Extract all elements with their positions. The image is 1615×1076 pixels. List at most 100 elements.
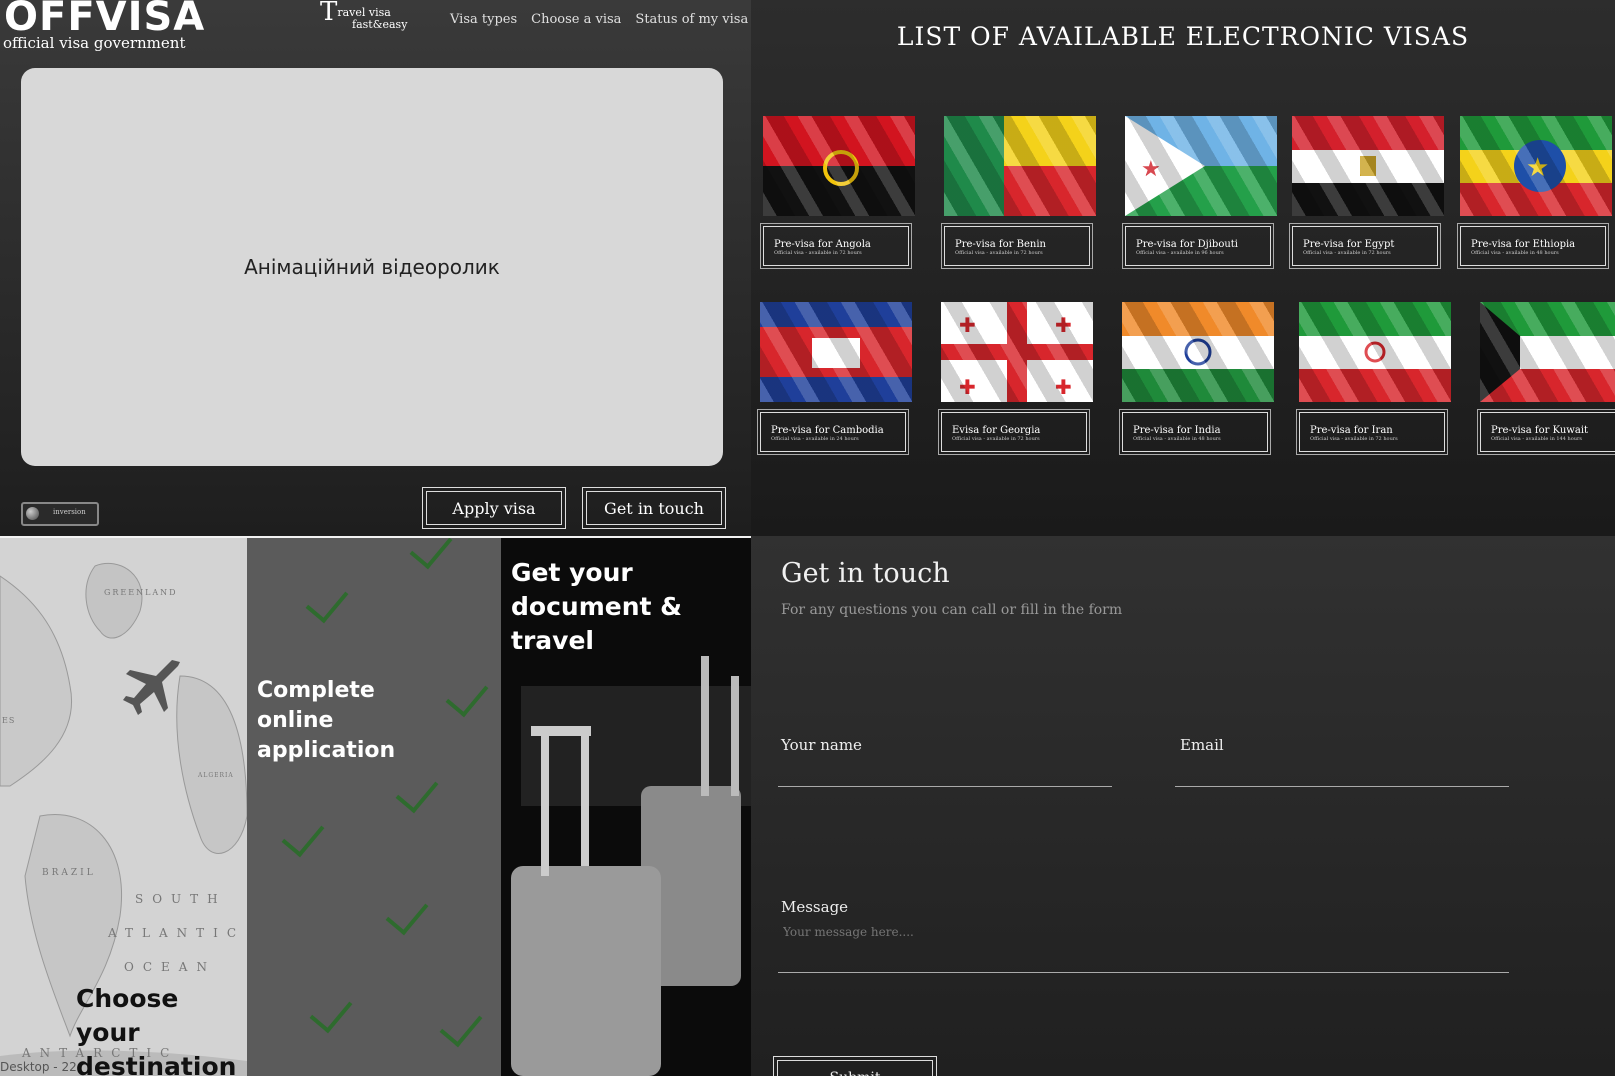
name-label: Your name — [781, 736, 862, 754]
visa-card-subtitle: Official visa - available in 72 hours — [774, 250, 862, 256]
flag-image[interactable] — [1299, 302, 1451, 402]
visa-list-title: LIST OF AVAILABLE ELECTRONIC VISAS — [896, 22, 1470, 51]
visa-card-title: Pre-visa for Kuwait — [1491, 425, 1589, 436]
visa-card-subtitle: Official visa - available in 144 hours — [1491, 436, 1582, 442]
step-application-panel: Complete online application — [247, 536, 501, 1076]
section-divider — [0, 536, 751, 538]
visa-card-label[interactable]: Evisa for Georgia Official visa - availab… — [938, 409, 1090, 455]
message-label: Message — [781, 898, 849, 916]
nav-visa-types[interactable]: Visa types — [450, 12, 517, 27]
flag-image[interactable] — [763, 116, 915, 216]
map-label-ocean: OCEAN — [124, 960, 216, 974]
video-placeholder[interactable]: Анімаційний відеоролик — [21, 68, 723, 466]
contact-section: Get in touch For any questions you can c… — [751, 536, 1615, 1076]
map-label-es: ES — [2, 716, 16, 725]
flag-image[interactable]: ★ — [1125, 116, 1277, 216]
visa-card-subtitle: Official visa - available in 72 hours — [1310, 436, 1398, 442]
flag-image[interactable] — [944, 116, 1096, 216]
visa-card-label[interactable]: Pre-visa for Egypt Official visa - availa… — [1289, 223, 1441, 269]
flag-image[interactable] — [760, 302, 912, 402]
flag-image[interactable] — [1480, 302, 1615, 402]
svg-text:✚: ✚ — [959, 313, 976, 337]
nav-choose-visa[interactable]: Choose a visa — [531, 12, 621, 27]
get-in-touch-button[interactable]: Get in touch — [582, 487, 726, 529]
visa-card-title: Pre-visa for Iran — [1310, 425, 1393, 436]
visa-card-subtitle: Official visa - available in 96 hours — [1136, 250, 1224, 256]
email-input[interactable] — [1176, 758, 1510, 788]
visa-card-title: Pre-visa for Angola — [774, 239, 871, 250]
email-label: Email — [1180, 736, 1224, 754]
check-icon — [309, 988, 353, 1034]
submit-button[interactable]: Submit — [773, 1056, 937, 1076]
steps-section: GREENLAND BRAZIL SOUTH ATLANTIC OCEAN AN… — [0, 536, 751, 1076]
svg-text:★: ★ — [1526, 153, 1549, 183]
visa-card[interactable]: ✚ ✚ ✚ ✚ Evisa for Georgia Official visa - ava… — [938, 302, 1093, 455]
visa-card[interactable]: Pre-visa for India Official visa - availa… — [1119, 302, 1274, 455]
name-input[interactable] — [779, 758, 1113, 788]
message-input[interactable] — [781, 920, 1505, 944]
visa-card[interactable]: Pre-visa for Cambodia Official visa - ava… — [757, 302, 912, 455]
visa-card[interactable]: Pre-visa for Iran Official visa - availab… — [1296, 302, 1451, 455]
visa-card-title: Pre-visa for Djibouti — [1136, 239, 1239, 250]
visa-card[interactable]: Pre-visa for Benin Official visa - availa… — [941, 116, 1096, 269]
visa-card-label[interactable]: Pre-visa for Cambodia Official visa - ava… — [757, 409, 909, 455]
visa-card-subtitle: Official visa - available in 24 hours — [771, 436, 859, 442]
flag-image[interactable] — [1122, 302, 1274, 402]
logo-subtitle: official visa government — [3, 34, 186, 52]
step3-caption: Get your document & travel — [511, 558, 682, 655]
frame-label: Desktop - 22 — [0, 1060, 77, 1074]
visa-card-label[interactable]: Pre-visa for Benin Official visa - availa… — [941, 223, 1093, 269]
toggle-knob — [26, 507, 39, 520]
visa-card-label[interactable]: Pre-visa for Djibouti Official visa - ava… — [1122, 223, 1274, 269]
visa-card-title: Pre-visa for Cambodia — [771, 425, 884, 436]
tagline: Travel visa fast&easy — [320, 0, 408, 31]
map-label-greenland: GREENLAND — [104, 588, 178, 597]
check-icon — [409, 536, 453, 570]
svg-text:✚: ✚ — [959, 375, 976, 399]
tagline-line2: fast&easy — [352, 18, 408, 31]
airplane-icon — [123, 660, 180, 715]
visa-card-label[interactable]: Pre-visa for Ethiopia Official visa - ava… — [1457, 223, 1609, 269]
step-travel-panel: Get your document & travel — [501, 536, 751, 1076]
check-icon — [385, 890, 429, 936]
toggle-label: inversion — [53, 508, 86, 516]
visa-card-label[interactable]: Pre-visa for India Official visa - availa… — [1119, 409, 1271, 455]
visa-card-subtitle: Official visa - available in 72 hours — [952, 436, 1040, 442]
step2-caption: Complete online application — [257, 678, 396, 763]
main-nav: Visa types Choose a visa Status of my vi… — [450, 12, 748, 27]
check-icon — [281, 812, 325, 858]
visa-card-title: Pre-visa for Benin — [955, 239, 1046, 250]
flag-image[interactable]: ✚ ✚ ✚ ✚ — [941, 302, 1093, 402]
tagline-initial: T — [320, 0, 338, 27]
map-label-algeria: ALGERIA — [198, 772, 234, 779]
visa-card-label[interactable]: Pre-visa for Angola Official visa - avail… — [760, 223, 912, 269]
step1-caption: Choose your destination — [76, 984, 237, 1076]
step-destination-panel: GREENLAND BRAZIL SOUTH ATLANTIC OCEAN AN… — [0, 536, 247, 1076]
map-label-atlantic: ATLANTIC — [108, 926, 246, 940]
visa-card-title: Evisa for Georgia — [952, 425, 1041, 436]
nav-visa-status[interactable]: Status of my visa — [635, 12, 748, 27]
message-underline — [778, 972, 1509, 973]
map-label-brazil: BRAZIL — [42, 868, 96, 878]
visa-card[interactable]: Pre-visa for Kuwait Official visa - avail… — [1477, 302, 1615, 455]
svg-text:✚: ✚ — [1055, 313, 1072, 337]
visa-card[interactable]: Pre-visa for Egypt Official visa - availa… — [1289, 116, 1444, 269]
visa-list-section: LIST OF AVAILABLE ELECTRONIC VISAS Pre-v… — [751, 0, 1615, 536]
apply-visa-button[interactable]: Apply visa — [422, 487, 566, 529]
visa-card[interactable]: ★ Pre-visa for Djibouti Official visa - av… — [1122, 116, 1277, 269]
hero-section: OFFVISA official visa government Travel … — [0, 0, 751, 536]
visa-card-subtitle: Official visa - available in 72 hours — [955, 250, 1043, 256]
check-icon — [395, 768, 439, 814]
visa-card-label[interactable]: Pre-visa for Iran Official visa - availab… — [1296, 409, 1448, 455]
visa-card-label[interactable]: Pre-visa for Kuwait Official visa - avail… — [1477, 409, 1615, 455]
inversion-toggle[interactable]: inversion — [21, 502, 99, 526]
svg-text:✚: ✚ — [1055, 375, 1072, 399]
flag-image[interactable]: ★ — [1460, 116, 1612, 216]
name-underline — [778, 786, 1112, 787]
flag-image[interactable] — [1292, 116, 1444, 216]
svg-text:★: ★ — [1141, 157, 1161, 182]
visa-card[interactable]: Pre-visa for Angola Official visa - avail… — [760, 116, 915, 269]
visa-card-subtitle: Official visa - available in 72 hours — [1303, 250, 1391, 256]
visa-card[interactable]: ★ Pre-visa for Ethiopia Official visa - av… — [1457, 116, 1612, 269]
visa-card-subtitle: Official visa - available in 48 hours — [1133, 436, 1221, 442]
